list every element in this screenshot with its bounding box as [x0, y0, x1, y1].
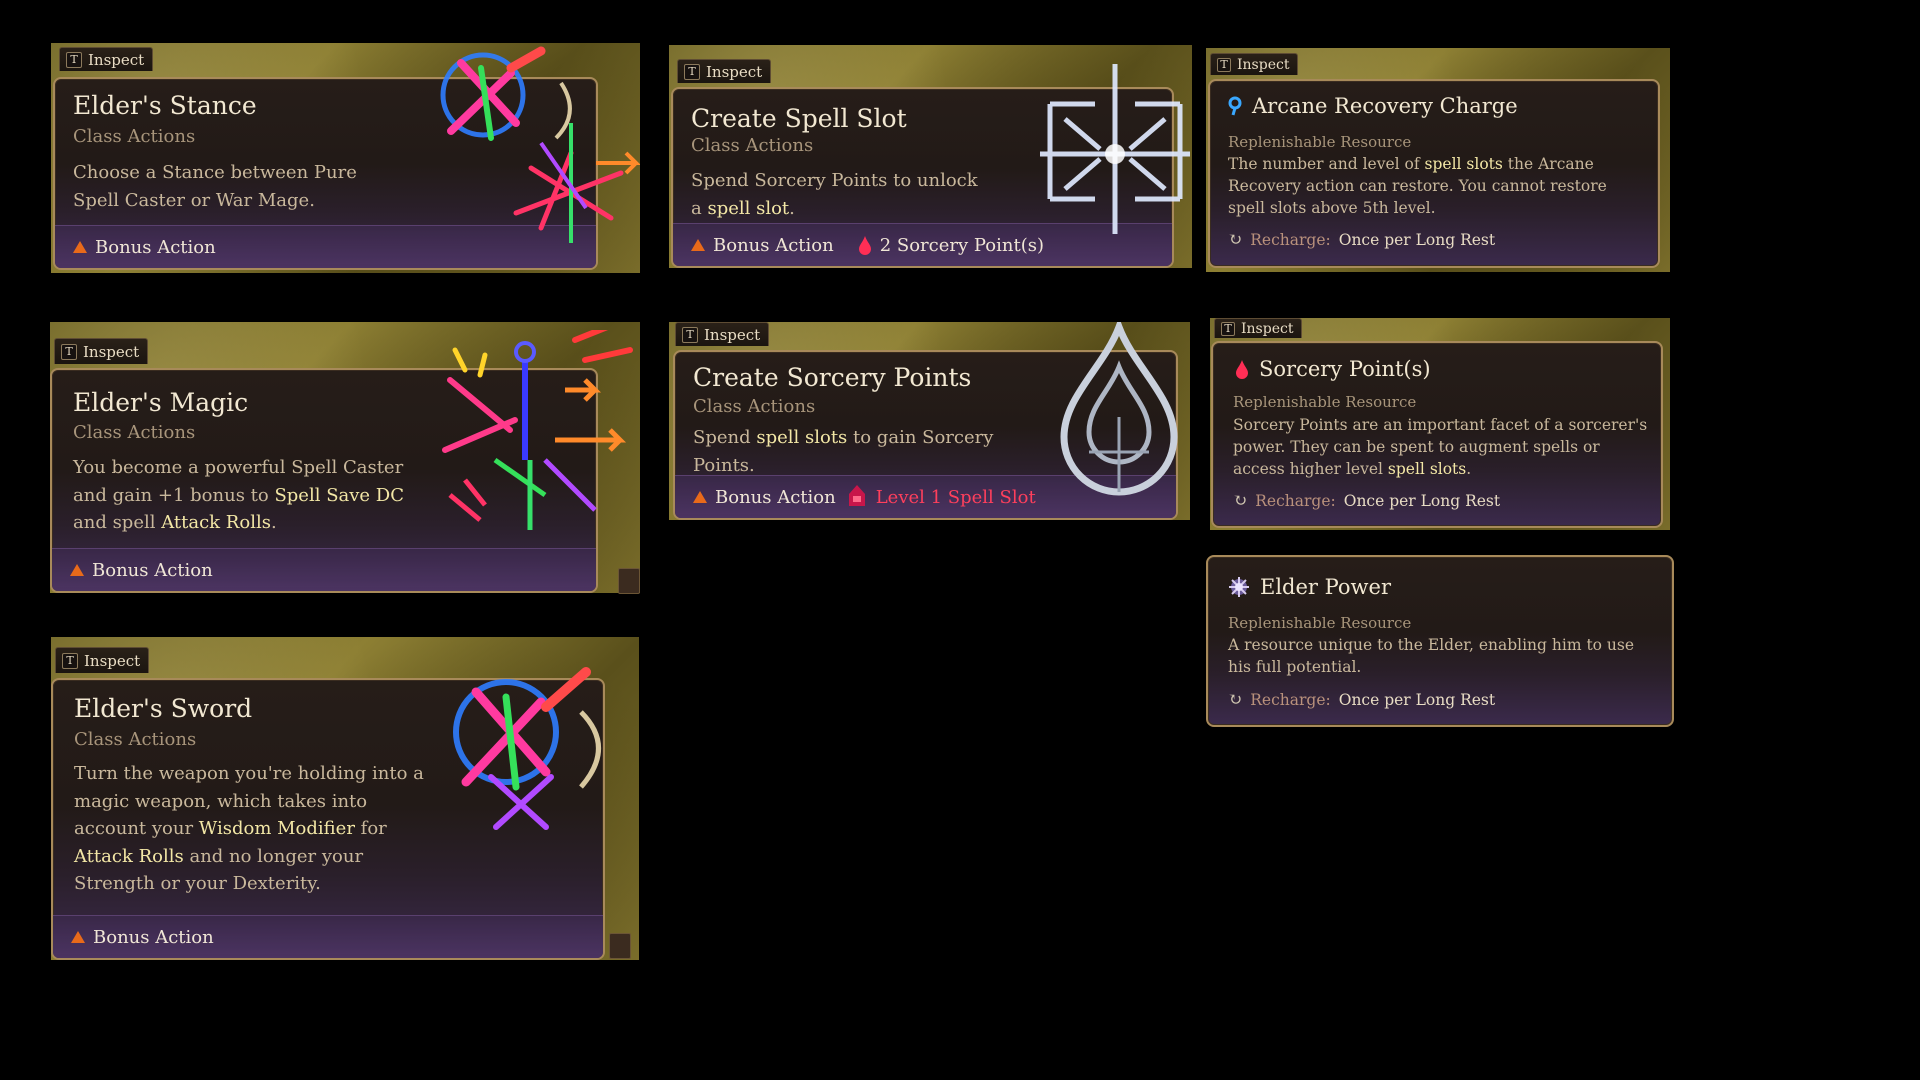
tooltip-footer: Bonus Action	[52, 548, 596, 591]
action-type-label: Bonus Action	[93, 926, 214, 948]
sorcery-flame-drop-icon	[1060, 322, 1178, 496]
spell-source-icon	[618, 568, 640, 594]
inspect-label: Inspect	[84, 651, 141, 670]
resource-cost-label: Level 1 Spell Slot	[875, 486, 1036, 508]
inspect-key: T	[62, 652, 78, 669]
tooltip-description: Spend Sorcery Points to unlock a spell s…	[691, 170, 978, 219]
inspect-key: T	[66, 51, 82, 68]
inspect-key: T	[1221, 321, 1235, 336]
bonus-action-icon	[71, 931, 85, 943]
tooltip-title: Elder's Sword	[74, 694, 253, 723]
resource-title: Sorcery Point(s)	[1235, 357, 1431, 381]
bonus-action-icon	[691, 239, 705, 251]
tooltip-subtitle: Class Actions	[74, 729, 197, 750]
tooltip-frame-elders-magic: T Inspect Elder's Magic Class Actions Yo…	[50, 322, 640, 594]
resource-description: The number and level of spell slots the …	[1228, 155, 1607, 217]
bonus-action-icon	[73, 241, 87, 253]
keyword-attack-rolls[interactable]: Attack Rolls	[74, 846, 184, 867]
arcane-star-icon	[453, 667, 601, 830]
tooltip-description: Choose a Stance between Pure Spell Caste…	[73, 162, 357, 211]
tooltip-title: Elder's Stance	[73, 91, 257, 120]
inspect-prompt[interactable]: T Inspect	[1214, 318, 1303, 338]
tooltip-description: Spend spell slots to gain Sorcery Points…	[693, 427, 994, 476]
keyword-spell-slots[interactable]: spell slots	[1388, 460, 1466, 478]
inspect-label: Inspect	[1237, 56, 1290, 73]
keyword-wisdom-modifier[interactable]: Wisdom Modifier	[199, 818, 355, 839]
inspect-prompt[interactable]: T Inspect	[675, 322, 770, 346]
keyword-spell-slot[interactable]: spell slot	[707, 198, 789, 219]
tooltip-title: Elder's Magic	[73, 388, 249, 417]
tooltip-subtitle: Class Actions	[691, 135, 814, 156]
resource-subtitle: Replenishable Resource	[1233, 393, 1417, 411]
recharge-icon: ↻	[1228, 230, 1243, 250]
inspect-label: Inspect	[1241, 320, 1294, 337]
tooltip-footer: Bonus Action	[53, 915, 603, 958]
inspect-key: T	[682, 326, 698, 343]
tooltip-subtitle: Class Actions	[693, 396, 816, 417]
inspect-prompt[interactable]: T Inspect	[59, 47, 154, 71]
keyword-spell-slots[interactable]: spell slots	[1425, 155, 1503, 173]
inspect-key: T	[61, 343, 77, 360]
resource-description: Sorcery Points are an important facet of…	[1233, 416, 1648, 478]
keyword-attack-rolls[interactable]: Attack Rolls	[161, 512, 271, 533]
bonus-action-icon	[693, 491, 707, 503]
tooltip-frame-create-sorcery-points: T Inspect Create Sorcery Points Class Ac…	[669, 322, 1190, 520]
tooltip-subtitle: Class Actions	[73, 126, 196, 147]
inspect-label: Inspect	[706, 62, 763, 81]
tooltip-description: You become a powerful Spell Caster and g…	[73, 457, 405, 533]
resource-cost: Level 1 Spell Slot	[846, 484, 1036, 510]
keyword-spell-slots[interactable]: spell slots	[756, 427, 847, 448]
recharge-info: ↻ Recharge: Once per Long Rest	[1228, 230, 1496, 250]
action-type-label: Bonus Action	[713, 234, 834, 256]
inspect-prompt[interactable]: T Inspect	[677, 59, 772, 83]
spell-source-icon	[609, 933, 631, 959]
bonus-action-icon	[70, 564, 84, 576]
action-type-label: Bonus Action	[715, 486, 836, 508]
recharge-info: ↻ Recharge: Once per Long Rest	[1233, 491, 1501, 511]
resource-subtitle: Replenishable Resource	[1228, 133, 1412, 151]
action-type-label: Bonus Action	[95, 236, 216, 258]
tooltip-subtitle: Class Actions	[73, 422, 196, 443]
action-type-label: Bonus Action	[92, 559, 213, 581]
elder-power-icon	[1229, 577, 1249, 597]
resource-subtitle: Replenishable Resource	[1228, 614, 1412, 632]
inspect-prompt[interactable]: T Inspect	[55, 647, 150, 673]
recharge-icon: ↻	[1233, 491, 1248, 511]
resource-cost: 2 Sorcery Point(s)	[858, 235, 1044, 256]
tooltip-frame-arcane-recovery: T Inspect Arcane Recovery Charge Repleni…	[1206, 48, 1670, 272]
tooltip-frame-create-spell-slot: T Inspect Create Spell Slot Class Action…	[669, 45, 1192, 268]
tooltip-card-elder-power: Elder Power Replenishable Resource A res…	[1206, 555, 1674, 727]
tooltip-frame-elders-sword: T Inspect Elder's Sword Class Actions Tu…	[51, 637, 639, 960]
sorcery-point-icon	[858, 236, 871, 255]
recharge-info: ↻ Recharge: Once per Long Rest	[1228, 690, 1496, 710]
tooltip-frame-elders-stance: T Inspect Elder's Stance Class Actions C…	[51, 43, 640, 273]
tooltip-card: Arcane Recovery Charge Replenishable Res…	[1208, 79, 1660, 268]
recharge-icon: ↻	[1228, 690, 1243, 710]
tooltip-description: Turn the weapon you're holding into a ma…	[74, 763, 424, 894]
resource-description: A resource unique to the Elder, enabling…	[1228, 636, 1635, 676]
inspect-prompt[interactable]: T Inspect	[54, 338, 149, 364]
tooltip-frame-sorcery-points: T Inspect Sorcery Point(s) Replenishable…	[1210, 318, 1670, 530]
inspect-label: Inspect	[704, 325, 761, 344]
inspect-key: T	[1217, 57, 1231, 72]
keyword-spell-save-dc[interactable]: Spell Save DC	[274, 485, 404, 506]
spell-slot-icon	[848, 485, 865, 506]
sorcery-point-icon	[1236, 360, 1248, 379]
tooltip-title: Create Sorcery Points	[693, 363, 972, 392]
resource-title: Elder Power	[1228, 575, 1391, 599]
inspect-label: Inspect	[88, 50, 145, 69]
resource-title: Arcane Recovery Charge	[1228, 94, 1518, 118]
spell-slot-rune-icon	[1040, 64, 1190, 234]
arcane-charge-icon	[1228, 96, 1242, 116]
inspect-key: T	[684, 63, 700, 80]
inspect-label: Inspect	[83, 342, 140, 361]
tooltip-title: Create Spell Slot	[691, 104, 907, 133]
arcane-burst-icon	[442, 330, 633, 530]
arcane-star-icon	[440, 46, 640, 243]
resource-cost-label: 2 Sorcery Point(s)	[879, 234, 1044, 256]
inspect-prompt[interactable]: T Inspect	[1210, 53, 1299, 75]
tooltip-card: Sorcery Point(s) Replenishable Resource …	[1211, 341, 1663, 528]
